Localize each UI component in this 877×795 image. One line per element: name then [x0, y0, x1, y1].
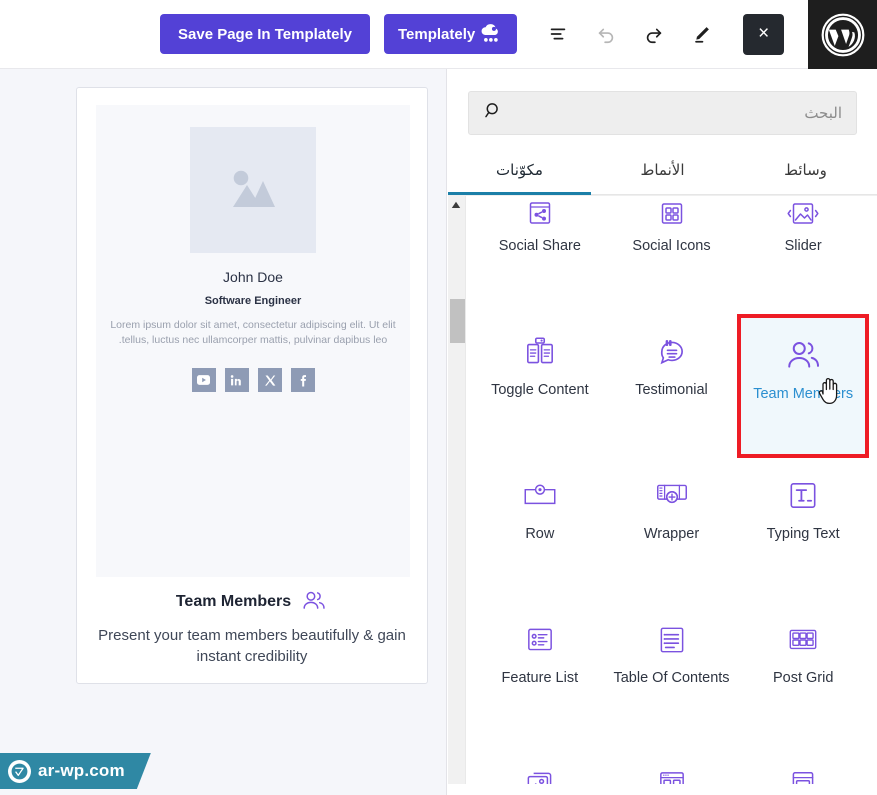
structure-list-icon[interactable] — [541, 17, 575, 51]
panel-scrollbar[interactable] — [448, 196, 466, 784]
widget-label: Feature List — [502, 670, 579, 688]
widget-social-share[interactable]: Social Share — [474, 196, 606, 314]
widget-fluent-forms[interactable]: Fluent Forms — [737, 746, 869, 784]
social-icons-grid-icon — [656, 196, 688, 232]
top-toolbar: Save Page In Templately Templately — [0, 0, 877, 69]
widget-label: Slider — [785, 238, 822, 256]
fluent-forms-icon — [787, 760, 819, 784]
widget-typing-text[interactable]: Typing Text — [737, 458, 869, 602]
preview-footer-title: Team Members — [176, 593, 291, 611]
toggle-content-icon — [523, 328, 557, 376]
widgets-grid: Slider Social Icons — [466, 196, 877, 784]
templately-button[interactable]: Templately — [384, 14, 517, 54]
row-icon — [520, 472, 560, 520]
social-share-icon — [524, 196, 556, 232]
widget-row[interactable]: Row — [474, 458, 606, 602]
widget-label: Table Of Contents — [613, 670, 729, 688]
member-bio: Lorem ipsum dolor sit amet, consectetur … — [108, 318, 398, 348]
post-grid-icon — [785, 616, 821, 664]
widgets-panel: وسائط الأنماط مكوّنات — [448, 69, 877, 795]
widget-feature-list[interactable]: Feature List — [474, 602, 606, 746]
widget-woo-product-grid[interactable]: Woo Product Grid — [606, 746, 738, 784]
preview-footer: Team Members Present your team members b… — [77, 588, 427, 668]
widget-testimonial[interactable]: Testimonial — [606, 314, 738, 458]
widget-wrapper[interactable]: Wrapper — [606, 458, 738, 602]
advanced-image-icon — [522, 760, 558, 784]
preview-member-block: John Doe Software Engineer Lorem ipsum d… — [96, 105, 410, 577]
widget-toggle-content[interactable]: Toggle Content — [474, 314, 606, 458]
templately-button-label: Templately — [398, 26, 475, 43]
tab-media[interactable]: وسائط — [734, 153, 877, 195]
team-members-icon — [783, 332, 823, 380]
wordpress-logo-button[interactable] — [808, 0, 877, 69]
widget-label: Social Share — [499, 238, 581, 256]
tab-patterns[interactable]: الأنماط — [591, 153, 734, 195]
member-role: Software Engineer — [96, 295, 410, 307]
search-area — [448, 69, 877, 135]
widget-advanced-image[interactable]: Advanced Image — [474, 746, 606, 784]
wordpress-logo-icon — [820, 12, 866, 58]
widget-label: Wrapper — [644, 526, 699, 544]
widgets-scroll-container[interactable]: Slider Social Icons — [448, 195, 877, 784]
toolbar-icon-group: × — [541, 14, 784, 55]
tab-components[interactable]: مكوّنات — [448, 153, 591, 195]
watermark-logo-icon — [8, 760, 31, 783]
woo-product-grid-icon — [655, 760, 689, 784]
widget-table-of-contents[interactable]: Table Of Contents — [606, 602, 738, 746]
close-editor-button[interactable]: × — [743, 14, 784, 55]
typing-text-icon — [786, 472, 820, 520]
widget-label: Toggle Content — [491, 382, 589, 400]
linkedin-icon[interactable] — [225, 368, 249, 392]
pencil-edit-icon[interactable] — [685, 17, 719, 51]
templately-cloud-logo-icon — [478, 22, 503, 47]
site-watermark-badge: ar-wp.com — [0, 753, 151, 789]
widget-team-members[interactable]: Team Members — [737, 314, 869, 458]
widget-label: Team Members — [753, 386, 853, 404]
scrollbar-thumb[interactable] — [450, 299, 465, 343]
editor-canvas[interactable]: John Doe Software Engineer Lorem ipsum d… — [0, 69, 447, 795]
watermark-text: ar-wp.com — [38, 761, 125, 781]
widget-slider[interactable]: Slider — [737, 196, 869, 314]
search-box[interactable] — [468, 91, 857, 135]
widget-label: Typing Text — [767, 526, 840, 544]
image-placeholder-icon — [190, 127, 316, 253]
team-members-preview-card: John Doe Software Engineer Lorem ipsum d… — [76, 87, 428, 684]
templately-elementor-screen: Save Page In Templately Templately — [0, 0, 877, 795]
youtube-icon[interactable] — [192, 368, 216, 392]
preview-footer-description: Present your team members beautifully & … — [93, 625, 411, 668]
preview-footer-title-row: Team Members — [93, 588, 411, 616]
search-input[interactable] — [469, 92, 856, 134]
redo-icon[interactable] — [637, 17, 671, 51]
widget-label: Social Icons — [632, 238, 710, 256]
save-page-in-templately-button[interactable]: Save Page In Templately — [160, 14, 370, 54]
widget-label: Testimonial — [635, 382, 708, 400]
facebook-icon[interactable] — [291, 368, 315, 392]
member-name: John Doe — [96, 269, 410, 285]
wrapper-icon — [653, 472, 691, 520]
close-icon: × — [758, 23, 769, 45]
widget-post-grid[interactable]: Post Grid — [737, 602, 869, 746]
panel-tabs: وسائط الأنماط مكوّنات — [448, 153, 877, 195]
widget-social-icons[interactable]: Social Icons — [606, 196, 738, 314]
member-social-links — [96, 368, 410, 392]
feature-list-icon — [523, 616, 557, 664]
widget-label: Post Grid — [773, 670, 833, 688]
scroll-up-arrow-icon[interactable] — [448, 196, 465, 214]
slider-image-icon — [786, 196, 820, 232]
table-of-contents-icon — [655, 616, 689, 664]
testimonial-quote-icon — [654, 328, 690, 376]
team-members-icon — [300, 588, 328, 616]
x-twitter-icon[interactable] — [258, 368, 282, 392]
undo-icon[interactable] — [589, 17, 623, 51]
widget-label: Row — [525, 526, 554, 544]
